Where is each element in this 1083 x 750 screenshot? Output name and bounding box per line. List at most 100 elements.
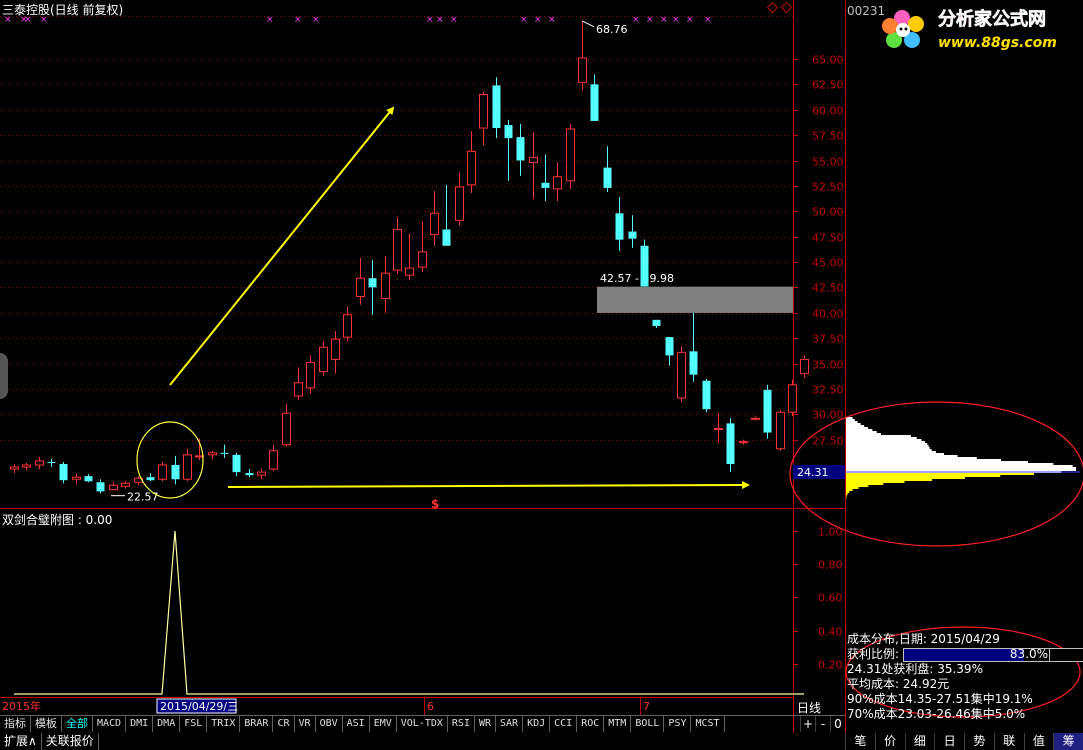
candle-body [603,167,612,188]
right-tab-6[interactable]: 值 [1023,733,1054,750]
candle-body [331,338,340,360]
top-marker: × [450,15,458,25]
right-tab-5[interactable]: 联 [993,733,1024,750]
indicator-tick-label: 0.40 [818,626,843,639]
indicator-tab-rsi[interactable]: RSI [447,716,475,732]
candle-body [652,319,661,326]
candle-body [479,94,488,129]
uptrend-arrow [169,106,395,386]
indicator-tab-dma[interactable]: DMA [153,716,181,732]
indicator-tab-asi[interactable]: ASI [342,716,370,732]
candle-body [640,245,649,287]
candle-body [702,380,711,410]
candle-body [183,454,192,480]
price-tick-label: 45.00 [812,257,844,270]
flower-logo-icon [882,10,924,48]
indicator-tab-macd[interactable]: MACD [93,716,127,732]
diamond-icon [780,1,793,14]
indicator-tab-voltdx[interactable]: VOL-TDX [396,716,448,732]
zoom-in-button[interactable]: + [800,716,815,732]
profit-at-price: 24.31处获利盘: 35.39% [847,662,983,676]
price-tick-label: 52.50 [812,181,844,194]
price-tick-label: 65.00 [812,54,844,67]
indicator-tab-brar[interactable]: BRAR [240,716,274,732]
candle-body [381,272,390,300]
candle-body [430,212,439,236]
concentration-90: 90%成本14.35-27.51集中19.1% [847,692,1033,706]
top-marker: × [672,15,680,25]
indicator-tab-mcst[interactable]: MCST [691,716,725,732]
cost-date: 成本分布,日期: 2015/04/29 [847,632,1000,646]
candle-body [59,463,68,481]
price-tick-label: 50.00 [812,206,844,219]
indicator-tab-dmi[interactable]: DMI [126,716,154,732]
indicator-tab-cci[interactable]: CCI [550,716,578,732]
candle-body [578,57,587,83]
reset-button[interactable]: 0 [830,716,845,732]
current-price-label: 24.31 [797,466,829,479]
profit-ratio-row: 获利比例: 83.0% [847,647,1083,662]
candle-body [356,277,365,298]
candle-body [751,417,760,420]
indicator-tab-mtm[interactable]: MTM [604,716,632,732]
indicator-tab-roc[interactable]: ROC [577,716,605,732]
indicator-tab-psy[interactable]: PSY [664,716,692,732]
high-pointer [581,20,595,28]
side-drag-handle[interactable] [0,353,8,399]
time-label: 7 [643,700,650,713]
indicator-tab-wr[interactable]: WR [474,716,497,732]
candle-body [35,460,44,466]
tab-template[interactable]: 模板 [31,716,62,732]
price-tick-label: 30.00 [812,409,844,422]
indicator-tab-cr[interactable]: CR [273,716,295,732]
concentration-70: 70%成本23.03-26.46集中5.0% [847,707,1026,721]
indicator-tab-sar[interactable]: SAR [496,716,524,732]
candle-body [269,450,278,470]
candle-body [306,361,315,389]
indicator-tab-kdj[interactable]: KDJ [523,716,551,732]
zoom-out-button[interactable]: - [815,716,830,732]
price-range-box [597,286,793,313]
right-tab-7[interactable]: 筹 [1053,733,1083,750]
candle-body [492,85,501,129]
candle-body [208,452,217,456]
indicator-tab-trix[interactable]: TRIX [207,716,241,732]
profit-ratio-label: 获利比例: [847,647,900,661]
right-tab-1[interactable]: 价 [874,733,905,750]
indicator-tick-label: 0.80 [818,559,843,572]
indicator-tab-vr[interactable]: VR [294,716,316,732]
right-tab-3[interactable]: 日 [934,733,964,750]
linked-quote-button[interactable]: 关联报价 [42,733,99,750]
tab-all[interactable]: 全部 [62,716,93,732]
top-marker: × [534,15,542,25]
candle-body [714,427,723,430]
price-tick-label: 40.00 [812,308,844,321]
top-marker: × [520,15,528,25]
svg-text:www.88gs.com: www.88gs.com [938,35,1057,51]
right-tab-4[interactable]: 势 [964,733,994,750]
expand-button[interactable]: 扩展∧ [0,733,42,750]
indicator-tab-emv[interactable]: EMV [369,716,397,732]
candle-body [541,182,550,188]
candle-body [504,124,513,139]
indicator-tab-fsl[interactable]: FSL [180,716,208,732]
top-marker: × [632,15,640,25]
indicator-tab-boll[interactable]: BOLL [631,716,665,732]
period-label[interactable]: 日线 [797,699,821,716]
indicator-title: 双剑合璧附图 : 0.00 [2,513,113,527]
candle-body [232,454,241,473]
top-marker: × [686,15,694,25]
candle-body [245,473,254,476]
top-marker: × [436,15,444,25]
right-panel-tabs: 笔价细日势联值筹 [845,733,1083,750]
right-tab-2[interactable]: 细 [904,733,935,750]
svg-text:分析家公式网: 分析家公式网 [938,8,1046,30]
candle-body [689,351,698,375]
top-marker: × [266,15,274,25]
tab-indicator[interactable]: 指标 [0,716,31,732]
price-tick-label: 32.50 [812,384,844,397]
right-tab-0[interactable]: 笔 [845,733,875,750]
candle-body [665,337,674,356]
indicator-tab-obv[interactable]: OBV [315,716,343,732]
candle-body [368,278,377,288]
